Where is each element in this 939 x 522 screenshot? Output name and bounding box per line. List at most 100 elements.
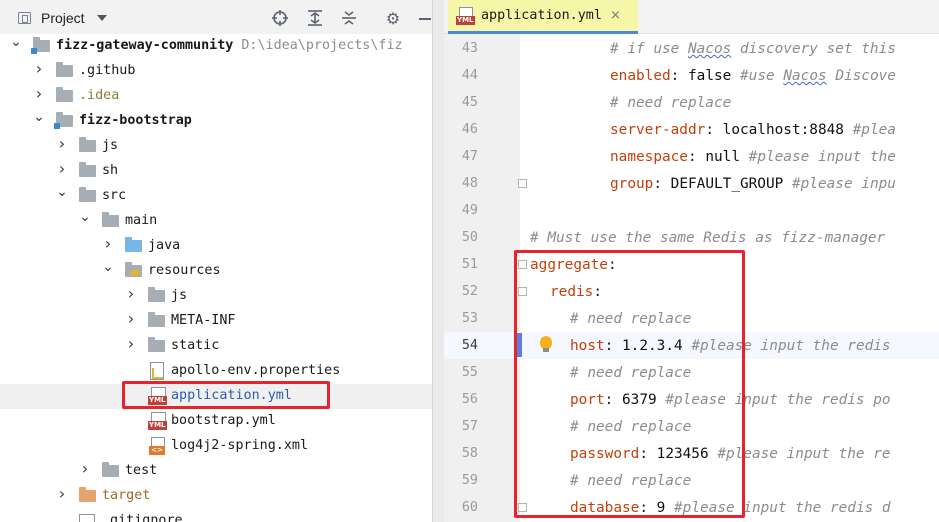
highlight-box [514, 250, 745, 518]
folder-icon [79, 162, 96, 177]
tree-item[interactable]: ⌄ fizz-bootstrap [0, 109, 433, 134]
hide-icon[interactable] [415, 8, 433, 28]
chevron-right-icon[interactable]: › [102, 236, 114, 252]
tree-item-label: sh [102, 163, 119, 178]
yaml-value: DEFAULT_GROUP [670, 176, 784, 192]
line-number: 57 [461, 419, 478, 434]
line-number: 49 [461, 203, 478, 218]
folder-icon [79, 137, 96, 152]
chevron-right-icon[interactable]: › [56, 136, 68, 152]
code-line[interactable]: 50 # Must use the same Redis as fizz-mana… [444, 224, 939, 251]
yaml-value: false [688, 68, 732, 84]
yaml-comment: #please input the [748, 149, 896, 165]
folder-icon [148, 337, 165, 352]
code-text: enabled: false #use Nacos Discove [610, 68, 896, 84]
chevron-right-icon[interactable]: › [56, 161, 68, 177]
tree-item[interactable]: ⌄ fizz-gateway-community D:\idea\projects\… [0, 34, 433, 59]
tree-item-label: js [102, 138, 119, 153]
tree-item-label: apollo-env.properties [171, 363, 341, 378]
line-number: 60 [461, 500, 478, 515]
folder-icon [102, 212, 119, 227]
code-line[interactable]: 44 enabled: false #use Nacos Discove [444, 62, 939, 89]
code-text: group: DEFAULT_GROUP #please inpu [610, 176, 896, 192]
yaml-comment: # Must use the same Redis as fizz-manage… [530, 230, 886, 246]
tree-item[interactable]: YML bootstrap.yml [0, 409, 433, 434]
code-line[interactable]: 45 # need replace [444, 89, 939, 116]
code-text: # if use Nacos discovery set this [610, 41, 896, 57]
tree-item-label: fizz-gateway-community D:\idea\projects\f… [56, 38, 403, 53]
tree-item-label: bootstrap.yml [171, 413, 276, 428]
folder-icon [79, 187, 96, 202]
panel-splitter[interactable] [432, 0, 444, 522]
chevron-down-icon[interactable]: ⌄ [10, 35, 22, 49]
project-view-selector[interactable]: Project [18, 8, 107, 28]
chevron-right-icon[interactable]: › [125, 286, 137, 302]
tree-item-label: .idea [79, 88, 120, 103]
yaml-value: localhost:8848 [722, 122, 844, 138]
code-text: server-addr: localhost:8848 #plea [610, 122, 896, 138]
collapse-all-icon[interactable] [339, 8, 359, 28]
line-number: 50 [461, 230, 478, 245]
chevron-down-icon[interactable]: ⌄ [33, 110, 45, 124]
tree-item-label: src [102, 188, 127, 203]
chevron-right-icon[interactable]: › [33, 61, 45, 77]
chevron-right-icon[interactable]: › [125, 336, 137, 352]
tree-item[interactable]: › .idea [0, 84, 433, 109]
yaml-comment: #use Nacos Discove [740, 68, 896, 84]
tree-item[interactable]: › java [0, 234, 433, 259]
close-icon[interactable]: × [610, 8, 621, 23]
code-line[interactable]: 49 [444, 197, 939, 224]
gear-icon[interactable]: ⚙ [383, 8, 403, 28]
yml-file-icon: YML [456, 6, 475, 25]
tree-item[interactable]: ⌄ main [0, 209, 433, 234]
fold-icon[interactable] [518, 179, 527, 188]
line-number: 43 [461, 41, 478, 56]
code-line[interactable]: 43 # if use Nacos discovery set this [444, 35, 939, 62]
yaml-key: enabled [610, 68, 671, 84]
code-line[interactable]: 47 namespace: null #please input the [444, 143, 939, 170]
code-line[interactable]: 48 group: DEFAULT_GROUP #please inpu [444, 170, 939, 197]
tree-item-label: java [148, 238, 181, 253]
line-number: 55 [461, 365, 478, 380]
chevron-down-icon[interactable]: ⌄ [79, 210, 91, 224]
tree-item[interactable]: › META-INF [0, 309, 433, 334]
tree-item[interactable]: › js [0, 134, 433, 159]
tree-item[interactable]: › static [0, 334, 433, 359]
tree-item[interactable]: <> log4j2-spring.xml [0, 434, 433, 459]
excluded-folder-icon [79, 487, 96, 502]
tree-item-label: .github [79, 63, 136, 78]
yaml-comment: # if use Nacos discovery set this [610, 41, 896, 57]
tree-item[interactable]: › test [0, 459, 433, 484]
tree-item[interactable]: .gitignore [0, 509, 433, 522]
code-line[interactable]: 46 server-addr: localhost:8848 #plea [444, 116, 939, 143]
chevron-right-icon[interactable]: › [56, 486, 68, 502]
folder-icon [148, 312, 165, 327]
chevron-down-icon[interactable] [96, 15, 107, 21]
chevron-down-icon[interactable]: ⌄ [56, 185, 68, 199]
panel-title: Project [41, 10, 85, 26]
tab-application-yml[interactable]: YML application.yml × [448, 0, 638, 34]
tree-item[interactable]: › target [0, 484, 433, 509]
chevron-right-icon[interactable]: › [79, 461, 91, 477]
git-file-icon [79, 514, 95, 522]
tree-item-label: js [171, 288, 188, 303]
tree-item[interactable]: ⌄ resources [0, 259, 433, 284]
tree-item[interactable]: › js [0, 284, 433, 309]
expand-all-icon[interactable] [305, 8, 325, 28]
tree-item[interactable]: ⌄ src [0, 184, 433, 209]
tree-item[interactable]: › .github [0, 59, 433, 84]
editor-tab-bar: YML application.yml × [444, 0, 939, 34]
tree-item-label: main [125, 213, 158, 228]
line-number: 45 [461, 95, 478, 110]
tree-item-label: static [171, 338, 220, 353]
project-path-hint: D:\idea\projects\fiz [241, 38, 403, 53]
tree-item[interactable]: › sh [0, 159, 433, 184]
module-folder-icon [31, 37, 50, 54]
line-number: 46 [461, 122, 478, 137]
chevron-down-icon[interactable]: ⌄ [102, 260, 114, 274]
yaml-key: server-addr [610, 122, 706, 138]
chevron-right-icon[interactable]: › [125, 311, 137, 327]
locate-icon[interactable] [270, 8, 290, 28]
chevron-right-icon[interactable]: › [33, 86, 45, 102]
tree-item-label: .gitignore [102, 513, 183, 522]
